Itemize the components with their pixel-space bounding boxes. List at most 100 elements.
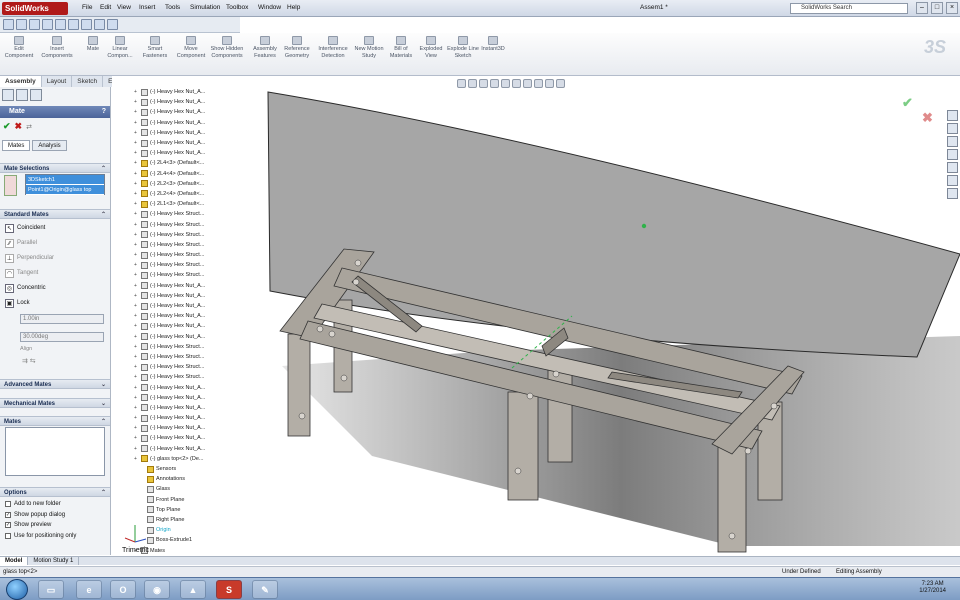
tree-node[interactable]: + (-) Heavy Hex Nut_A... — [120, 423, 228, 433]
mate-parallel[interactable]: ∕∕ Parallel — [5, 237, 37, 249]
help-icon[interactable]: ? — [102, 106, 106, 118]
outlook-icon[interactable]: O — [110, 580, 136, 599]
mate-coincident[interactable]: ↖ Coincident — [5, 222, 45, 234]
open-icon[interactable] — [16, 19, 27, 30]
save-icon[interactable] — [29, 19, 40, 30]
tree-node[interactable]: + (-) Heavy Hex Nut_A... — [120, 444, 228, 454]
hide-show-icon[interactable] — [523, 79, 532, 88]
tree-node[interactable]: Sensors — [120, 464, 228, 474]
tree-node[interactable]: + (-) Heavy Hex Nut_A... — [120, 107, 228, 117]
custom-properties-icon[interactable] — [947, 175, 958, 186]
cmd-bill-of-materials[interactable]: Bill of Materials — [384, 36, 418, 59]
ok-icon[interactable]: ✔ — [3, 121, 11, 131]
menu-edit[interactable]: Edit — [100, 4, 111, 11]
print-icon[interactable] — [42, 19, 53, 30]
menu-help[interactable]: Help — [287, 4, 300, 11]
paint-icon[interactable]: ✎ — [252, 580, 278, 599]
solidworks-taskbar-icon[interactable]: S — [216, 580, 242, 599]
tree-node[interactable]: + (-) Heavy Hex Nut_A... — [120, 332, 228, 342]
standard-mates-section[interactable]: Standard Mates ⌃ — [0, 209, 110, 219]
mate-tangent[interactable]: ◠ Tangent — [5, 267, 38, 279]
tree-node[interactable]: + (-) Heavy Hex Struct... — [120, 260, 228, 270]
tree-node[interactable]: Top Plane — [120, 505, 228, 515]
zoom-area-icon[interactable] — [468, 79, 477, 88]
tab-motion-study[interactable]: Motion Study 1 — [28, 557, 80, 565]
expand-icon[interactable]: + — [134, 230, 139, 240]
checkbox-icon[interactable] — [5, 501, 11, 507]
forum-icon[interactable] — [947, 188, 958, 199]
acrobat-icon[interactable]: ▲ — [180, 580, 206, 599]
expand-icon[interactable]: + — [134, 138, 139, 148]
tree-node[interactable]: + (-) Heavy Hex Nut_A... — [120, 382, 228, 392]
expand-icon[interactable]: + — [134, 281, 139, 291]
cmd-instant3d[interactable]: Instant3D — [476, 36, 510, 53]
clock[interactable]: 7:23 AM 1/27/2014 — [919, 581, 946, 595]
options-section[interactable]: Options ⌃ — [0, 487, 110, 497]
cmd-edit-component[interactable]: Edit Component — [2, 36, 36, 59]
option-checkbox[interactable]: ✓ Show popup dialog — [5, 510, 65, 520]
tree-node[interactable]: + (-) Heavy Hex Nut_A... — [120, 148, 228, 158]
cmd-linear-compon[interactable]: Linear Compon... — [103, 36, 137, 59]
resources-icon[interactable] — [947, 110, 958, 121]
expand-icon[interactable]: + — [134, 250, 139, 260]
tree-node[interactable]: + (-) 2L2<4> (Default<... — [120, 189, 228, 199]
cmd-explode-line-sketch[interactable]: Explode Line Sketch — [446, 36, 480, 59]
expand-icon[interactable]: + — [134, 454, 139, 464]
expand-icon[interactable]: + — [134, 148, 139, 158]
expand-icon[interactable]: + — [134, 199, 139, 209]
cmd-assembly-features[interactable]: Assembly Features — [248, 36, 282, 59]
checkbox-icon[interactable]: ✓ — [5, 522, 11, 528]
expand-icon[interactable]: + — [134, 118, 139, 128]
mechanical-mates-section[interactable]: Mechanical Mates ⌄ — [0, 398, 110, 408]
expand-icon[interactable]: + — [134, 321, 139, 331]
minimize-button[interactable]: – — [916, 2, 928, 14]
expand-icon[interactable]: + — [134, 107, 139, 117]
tree-node[interactable]: + (-) Heavy Hex Struct... — [120, 250, 228, 260]
expand-icon[interactable]: + — [134, 128, 139, 138]
tab-analysis[interactable]: Analysis — [32, 140, 67, 151]
expand-icon[interactable]: + — [134, 260, 139, 270]
configuration-manager-icon[interactable] — [30, 89, 42, 101]
tree-node[interactable]: + (-) Heavy Hex Struct... — [120, 240, 228, 250]
confirm-check-icon[interactable]: ✔ — [902, 95, 913, 111]
checkbox-icon[interactable]: ✓ — [5, 511, 11, 518]
option-checkbox[interactable]: Add to new folder — [5, 499, 61, 509]
cmd-new-motion-study[interactable]: New Motion Study — [352, 36, 386, 59]
options-icon[interactable] — [107, 19, 118, 30]
expand-icon[interactable]: + — [134, 423, 139, 433]
tree-node[interactable]: + (-) Heavy Hex Struct... — [120, 270, 228, 280]
solidworks-logo[interactable]: SolidWorks — [2, 2, 68, 15]
mate-selections-section[interactable]: Mate Selections ⌃ — [0, 163, 110, 173]
origin-point[interactable] — [641, 223, 647, 229]
expand-icon[interactable]: + — [134, 270, 139, 280]
maximize-button[interactable]: □ — [931, 2, 943, 14]
appearances-icon[interactable] — [947, 162, 958, 173]
tree-node[interactable]: + (-) Heavy Hex Nut_A... — [120, 87, 228, 97]
mates-section[interactable]: Mates ⌃ — [0, 416, 110, 426]
selection-item[interactable]: Point1@Origin@glass top — [26, 185, 104, 195]
tab-assembly[interactable]: Assembly — [0, 76, 42, 87]
tree-node[interactable]: + (-) Heavy Hex Struct... — [120, 230, 228, 240]
cmd-show-hidden-components[interactable]: Show Hidden Components — [210, 36, 244, 59]
expand-icon[interactable]: + — [134, 393, 139, 403]
mate-selection-list[interactable]: 3DSketch1 Point1@Origin@glass top — [25, 174, 105, 195]
tree-node[interactable]: + (-) Heavy Hex Nut_A... — [120, 118, 228, 128]
tree-node[interactable]: + (-) Heavy Hex Nut_A... — [120, 138, 228, 148]
confirm-cancel-icon[interactable]: ✖ — [922, 110, 933, 126]
expand-icon[interactable]: + — [134, 372, 139, 382]
tree-node[interactable]: + (-) 2L4<4> (Default<... — [120, 169, 228, 179]
selection-item[interactable]: 3DSketch1 — [26, 175, 104, 185]
cmd-insert-components[interactable]: Insert Components — [40, 36, 74, 59]
cmd-move-component[interactable]: Move Component — [174, 36, 208, 59]
cmd-interference-detection[interactable]: Interference Detection — [316, 36, 350, 59]
edit-appearance-icon[interactable] — [534, 79, 543, 88]
feature-manager-icon[interactable] — [2, 89, 14, 101]
advanced-mates-section[interactable]: Advanced Mates ⌄ — [0, 379, 110, 389]
tree-node[interactable]: Annotations — [120, 474, 228, 484]
leg[interactable] — [507, 391, 539, 501]
search-input[interactable]: SolidWorks Search — [790, 3, 908, 14]
view-settings-icon[interactable] — [556, 79, 565, 88]
design-library-icon[interactable] — [947, 123, 958, 134]
mate-lock[interactable]: ▣ Lock — [5, 297, 30, 309]
new-icon[interactable] — [3, 19, 14, 30]
